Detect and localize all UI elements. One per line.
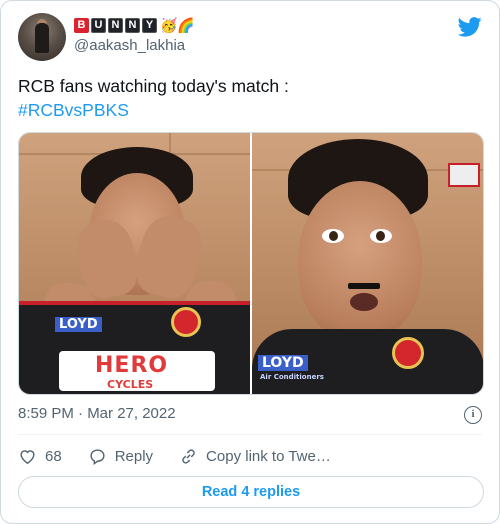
reply-button[interactable]: Reply xyxy=(88,447,153,466)
team-badge xyxy=(171,307,201,337)
media-image-left[interactable]: LOYD HERO CYCLES xyxy=(19,133,250,394)
right-pupil xyxy=(376,231,385,241)
name-letter-n2: N xyxy=(125,17,140,33)
reply-bubble-icon xyxy=(90,448,105,465)
tweet-timestamp[interactable]: 8:59 PM · Mar 27, 2022 xyxy=(18,405,176,422)
face-right xyxy=(298,181,422,341)
open-mouth-right xyxy=(350,293,378,311)
name-letter-u: U xyxy=(91,17,106,33)
divider xyxy=(18,434,482,435)
tweet-header: B U N N Y 🥳🌈 @aakash_lakhia xyxy=(18,13,482,63)
avatar-figure xyxy=(35,23,49,53)
box-label xyxy=(448,163,480,187)
jersey-stripe xyxy=(19,301,250,305)
copy-link-label: Copy link to Twe… xyxy=(206,447,331,465)
tweet-media[interactable]: LOYD HERO CYCLES LOYD Air Conditioners xyxy=(18,132,484,395)
link-icon xyxy=(182,448,195,464)
read-replies-button[interactable]: Read 4 replies xyxy=(18,476,484,508)
name-letter-b: B xyxy=(74,17,89,33)
media-image-right[interactable]: LOYD Air Conditioners xyxy=(252,133,483,394)
name-emojis: 🥳🌈 xyxy=(160,16,195,33)
display-name[interactable]: B U N N Y 🥳🌈 xyxy=(74,15,195,35)
name-letter-y: Y xyxy=(142,17,157,33)
name-letter-n: N xyxy=(108,17,123,33)
tweet-text: RCB fans watching today's match : xyxy=(18,76,289,96)
info-icon[interactable]: i xyxy=(464,406,482,424)
sponsor-label-2: HERO xyxy=(95,353,169,378)
avatar[interactable] xyxy=(18,13,66,61)
mustache xyxy=(348,283,380,289)
team-badge-right xyxy=(392,337,424,369)
like-button[interactable]: 68 xyxy=(18,447,62,466)
sponsor-label-right-2: Air Conditioners xyxy=(260,373,324,381)
user-handle[interactable]: @aakash_lakhia xyxy=(74,37,185,54)
copy-link-button[interactable]: Copy link to Twe… xyxy=(179,447,331,466)
action-bar: 68 Reply Copy link to Twe… xyxy=(18,444,357,468)
sponsor-label-1: LOYD xyxy=(55,317,102,332)
tweet-card[interactable]: B U N N Y 🥳🌈 @aakash_lakhia RCB fans wat… xyxy=(0,0,500,524)
sponsor-label-right-1: LOYD xyxy=(258,355,308,371)
twitter-bird-icon[interactable] xyxy=(458,17,482,37)
hashtag-link[interactable]: #RCBvsPBKS xyxy=(18,98,478,122)
like-count: 68 xyxy=(45,447,62,465)
reply-label: Reply xyxy=(114,447,154,465)
sponsor-label-3: CYCLES xyxy=(107,378,154,391)
tweet-body: RCB fans watching today's match : #RCBvs… xyxy=(18,74,478,122)
heart-icon xyxy=(20,449,35,464)
left-pupil xyxy=(329,231,338,241)
